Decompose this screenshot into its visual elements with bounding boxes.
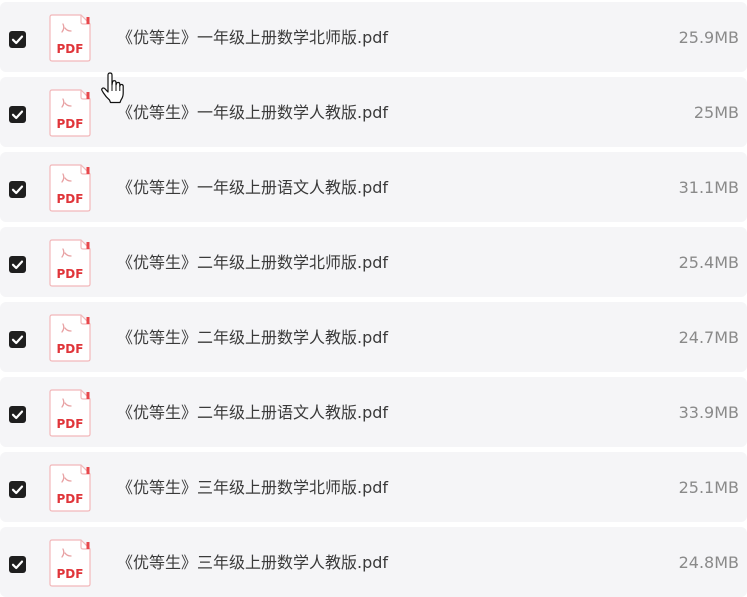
pdf-file-icon: PDF — [49, 314, 91, 362]
svg-text:PDF: PDF — [57, 417, 84, 431]
checkbox-checked[interactable] — [9, 181, 26, 198]
svg-text:PDF: PDF — [57, 492, 84, 506]
pdf-file-icon: PDF — [49, 14, 91, 62]
file-size: 24.8MB — [678, 553, 739, 572]
checkbox-checked[interactable] — [9, 256, 26, 273]
pdf-file-icon: PDF — [49, 464, 91, 512]
file-name[interactable]: 《优等生》三年级上册数学北师版.pdf — [117, 477, 388, 499]
pdf-file-icon: PDF — [49, 539, 91, 587]
file-size: 25MB — [693, 103, 739, 122]
file-size: 25.1MB — [678, 478, 739, 497]
checkbox-checked[interactable] — [9, 556, 26, 573]
file-name[interactable]: 《优等生》二年级上册数学人教版.pdf — [117, 327, 388, 349]
file-row[interactable]: PDF 《优等生》一年级上册数学北师版.pdf 25.9MB — [0, 2, 747, 72]
checkbox-checked[interactable] — [9, 331, 26, 348]
file-name[interactable]: 《优等生》三年级上册数学人教版.pdf — [117, 552, 388, 574]
checkmark-icon — [11, 260, 24, 270]
file-name[interactable]: 《优等生》一年级上册数学人教版.pdf — [117, 102, 388, 124]
file-list: PDF 《优等生》一年级上册数学北师版.pdf 25.9MB PDF 《优等生》… — [0, 0, 747, 597]
checkmark-icon — [11, 560, 24, 570]
file-row[interactable]: PDF 《优等生》二年级上册数学人教版.pdf 24.7MB — [0, 302, 747, 372]
file-row[interactable]: PDF 《优等生》一年级上册语文人教版.pdf 31.1MB — [0, 152, 747, 222]
file-size: 33.9MB — [678, 403, 739, 422]
file-name[interactable]: 《优等生》二年级上册语文人教版.pdf — [117, 402, 388, 424]
file-row[interactable]: PDF 《优等生》三年级上册数学人教版.pdf 24.8MB — [0, 527, 747, 597]
checkmark-icon — [11, 410, 24, 420]
file-size: 25.4MB — [678, 253, 739, 272]
pdf-file-icon: PDF — [49, 164, 91, 212]
file-size: 31.1MB — [678, 178, 739, 197]
file-name[interactable]: 《优等生》一年级上册语文人教版.pdf — [117, 177, 388, 199]
checkmark-icon — [11, 110, 24, 120]
pdf-file-icon: PDF — [49, 89, 91, 137]
file-row[interactable]: PDF 《优等生》二年级上册语文人教版.pdf 33.9MB — [0, 377, 747, 447]
svg-text:PDF: PDF — [57, 567, 84, 581]
checkmark-icon — [11, 185, 24, 195]
checkbox-checked[interactable] — [9, 31, 26, 48]
svg-text:PDF: PDF — [57, 342, 84, 356]
checkmark-icon — [11, 35, 24, 45]
svg-text:PDF: PDF — [57, 117, 84, 131]
file-name[interactable]: 《优等生》二年级上册数学北师版.pdf — [117, 252, 388, 274]
file-name[interactable]: 《优等生》一年级上册数学北师版.pdf — [117, 27, 388, 49]
pdf-file-icon: PDF — [49, 239, 91, 287]
svg-text:PDF: PDF — [57, 267, 84, 281]
checkmark-icon — [11, 485, 24, 495]
file-size: 24.7MB — [678, 328, 739, 347]
checkbox-checked[interactable] — [9, 481, 26, 498]
svg-text:PDF: PDF — [57, 42, 84, 56]
pdf-file-icon: PDF — [49, 389, 91, 437]
file-size: 25.9MB — [678, 28, 739, 47]
file-row[interactable]: PDF 《优等生》二年级上册数学北师版.pdf 25.4MB — [0, 227, 747, 297]
checkbox-checked[interactable] — [9, 106, 26, 123]
checkmark-icon — [11, 335, 24, 345]
file-row[interactable]: PDF 《优等生》三年级上册数学北师版.pdf 25.1MB — [0, 452, 747, 522]
checkbox-checked[interactable] — [9, 406, 26, 423]
svg-text:PDF: PDF — [57, 192, 84, 206]
file-row[interactable]: PDF 《优等生》一年级上册数学人教版.pdf 25MB — [0, 77, 747, 147]
